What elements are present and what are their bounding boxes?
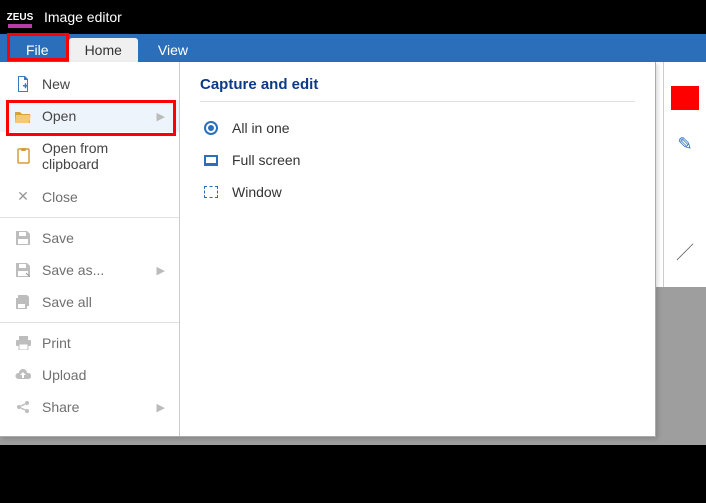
tab-home[interactable]: Home bbox=[69, 38, 138, 62]
menu-item-label: Open bbox=[42, 108, 76, 124]
window-title: Image editor bbox=[44, 9, 122, 25]
share-icon bbox=[14, 400, 32, 414]
panel-title: Capture and edit bbox=[200, 76, 635, 93]
save-as-icon bbox=[14, 263, 32, 277]
menu-item-print[interactable]: Print bbox=[0, 327, 179, 359]
chevron-right-icon: ▶ bbox=[157, 401, 165, 414]
menu-item-share[interactable]: Share ▶ bbox=[0, 391, 179, 423]
menu-item-label: Share bbox=[42, 399, 79, 415]
print-icon bbox=[14, 336, 32, 350]
menu-item-label: Close bbox=[42, 189, 78, 205]
menu-item-save-all[interactable]: Save all bbox=[0, 286, 179, 318]
menu-item-save-as[interactable]: Save as... ▶ bbox=[0, 254, 179, 286]
menu-item-close[interactable]: ✕ Close bbox=[0, 180, 179, 213]
eyedropper-icon[interactable]: ✎ bbox=[677, 134, 692, 155]
clipboard-icon bbox=[14, 148, 32, 164]
chevron-right-icon: ▶ bbox=[157, 264, 165, 277]
menu-item-label: New bbox=[42, 76, 70, 92]
upload-icon bbox=[14, 369, 32, 381]
menu-separator bbox=[0, 217, 179, 218]
new-file-icon bbox=[14, 76, 32, 92]
tab-file[interactable]: File bbox=[10, 38, 65, 62]
backstage-content: Capture and edit All in one Full screen … bbox=[180, 62, 655, 436]
title-bar: ZEUS Image editor bbox=[0, 0, 706, 34]
menu-item-label: Print bbox=[42, 335, 71, 351]
radio-selected-icon bbox=[202, 121, 220, 135]
backstage-panel: New Open ▶ Open from clipboard ✕ Close bbox=[0, 62, 656, 437]
menu-item-label: Save bbox=[42, 230, 74, 246]
ribbon-tabs: File Home View bbox=[0, 34, 706, 62]
save-all-icon bbox=[14, 295, 32, 310]
menu-item-new[interactable]: New bbox=[0, 68, 179, 100]
app-logo: ZEUS bbox=[6, 8, 34, 26]
option-label: Window bbox=[232, 184, 282, 200]
close-icon: ✕ bbox=[14, 188, 32, 205]
menu-item-open[interactable]: Open ▶ bbox=[0, 100, 179, 132]
menu-item-upload[interactable]: Upload bbox=[0, 359, 179, 391]
window-icon bbox=[202, 186, 220, 198]
menu-item-label: Upload bbox=[42, 367, 86, 383]
color-swatch-red[interactable] bbox=[671, 86, 699, 110]
app-body: ✎ ／ New Open ▶ Open bbox=[0, 62, 706, 503]
menu-item-label: Open from clipboard bbox=[42, 140, 152, 172]
letterbox-bottom bbox=[0, 445, 706, 503]
menu-item-save[interactable]: Save bbox=[0, 222, 179, 254]
menu-item-label: Save all bbox=[42, 294, 92, 310]
backstage-menu: New Open ▶ Open from clipboard ✕ Close bbox=[0, 62, 180, 436]
menu-item-open-clipboard[interactable]: Open from clipboard bbox=[0, 132, 179, 180]
option-label: All in one bbox=[232, 120, 290, 136]
menu-separator bbox=[0, 322, 179, 323]
option-window[interactable]: Window bbox=[200, 176, 635, 208]
save-icon bbox=[14, 231, 32, 245]
line-tool-icon[interactable]: ／ bbox=[676, 239, 694, 265]
folder-open-icon bbox=[14, 110, 32, 123]
option-all-in-one[interactable]: All in one bbox=[200, 112, 635, 144]
right-toolbar: ✎ ／ bbox=[664, 62, 706, 287]
screen-icon bbox=[202, 155, 220, 166]
chevron-right-icon: ▶ bbox=[157, 110, 165, 123]
tab-view[interactable]: View bbox=[142, 38, 204, 62]
option-label: Full screen bbox=[232, 152, 300, 168]
option-full-screen[interactable]: Full screen bbox=[200, 144, 635, 176]
panel-separator bbox=[200, 101, 635, 102]
menu-item-label: Save as... bbox=[42, 262, 104, 278]
